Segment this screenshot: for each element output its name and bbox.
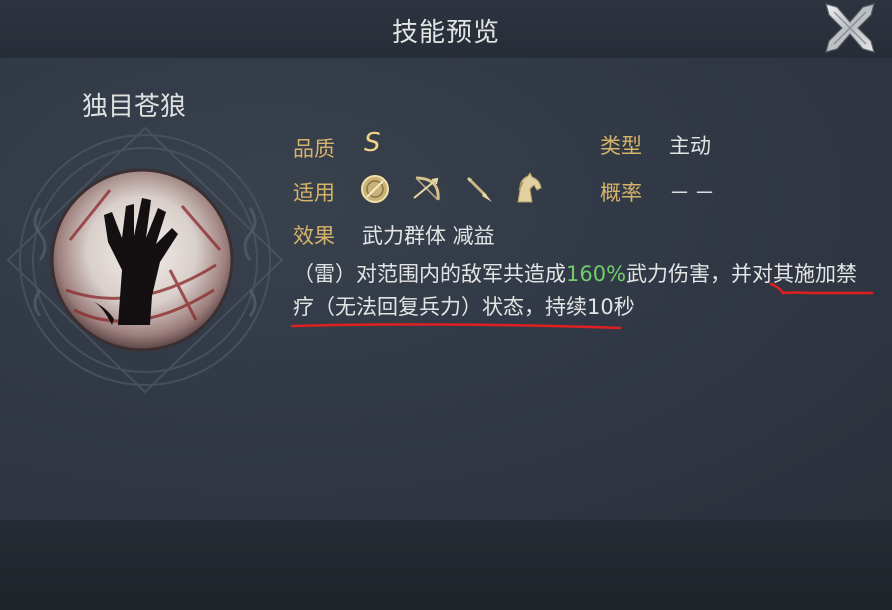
bow-icon[interactable] bbox=[410, 172, 444, 206]
header-bar: 技能预览 bbox=[0, 0, 892, 58]
description-text-start: （雷）对范围内的敌军共造成 bbox=[293, 262, 566, 286]
chance-label: 概率 bbox=[600, 181, 642, 205]
page-title: 技能预览 bbox=[391, 18, 500, 48]
type-label: 类型 bbox=[600, 134, 642, 158]
horse-icon[interactable] bbox=[510, 172, 544, 206]
damage-percent: 160% bbox=[566, 262, 627, 286]
skill-name: 独目苍狼 bbox=[82, 92, 187, 122]
spear-icon[interactable] bbox=[462, 172, 496, 206]
effect-label: 效果 bbox=[293, 224, 335, 248]
skill-description: （雷）对范围内的敌军共造成160%武力伤害，并对其施加禁疗（无法回复兵力）状态，… bbox=[293, 258, 873, 324]
chance-value: －－ bbox=[669, 181, 719, 205]
quality-value: S bbox=[364, 128, 381, 158]
close-button[interactable] bbox=[820, 0, 880, 58]
close-icon bbox=[825, 3, 875, 53]
quality-label: 品质 bbox=[293, 137, 335, 161]
skill-preview-screen: 技能预览 独目苍狼 品质 S 类型 主动 适用 概率 －－ 效果 武力群体 减益… bbox=[0, 0, 892, 610]
bottom-band bbox=[0, 520, 892, 610]
applies-label: 适用 bbox=[293, 181, 335, 205]
type-value: 主动 bbox=[669, 134, 711, 158]
skill-emblem bbox=[6, 126, 284, 394]
shield-icon[interactable] bbox=[358, 172, 392, 206]
effect-value: 武力群体 减益 bbox=[362, 224, 495, 248]
